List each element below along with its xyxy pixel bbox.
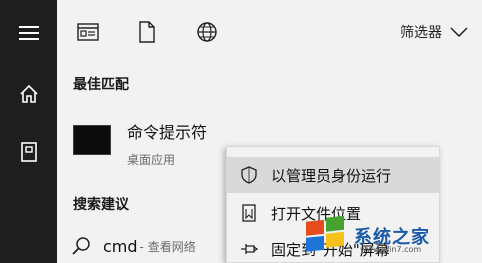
- suggestion-query: cmd: [103, 236, 138, 256]
- web-filter-button[interactable]: [193, 18, 221, 46]
- notebook-icon: [20, 142, 37, 162]
- filter-dropdown[interactable]: 筛选器: [400, 20, 468, 44]
- search-icon: [72, 237, 90, 255]
- left-rail: [0, 0, 57, 263]
- watermark: 系统之家 www.Win7.com: [304, 211, 480, 261]
- app-type: 桌面应用: [127, 153, 176, 167]
- document-icon: [139, 21, 155, 43]
- documents-button[interactable]: [0, 128, 57, 176]
- best-match-heading: 最佳匹配: [73, 77, 129, 93]
- apps-filter-button[interactable]: [74, 18, 102, 46]
- suggestion-text: - 查看网络: [139, 239, 196, 254]
- pin-icon: [241, 244, 259, 254]
- context-item-label: 以管理员身份运行: [271, 166, 392, 185]
- home-icon: [19, 84, 38, 103]
- chevron-down-icon: [450, 27, 468, 37]
- app-window-icon: [77, 23, 99, 41]
- hamburger-menu-button[interactable]: [0, 9, 57, 57]
- search-suggestion[interactable]: cmd - 查看网络: [71, 234, 196, 258]
- shield-icon: [241, 166, 257, 184]
- command-prompt-icon: [73, 125, 111, 155]
- context-item-run-as-admin[interactable]: 以管理员身份运行: [227, 157, 439, 193]
- globe-icon: [197, 22, 217, 42]
- app-name: 命令提示符: [127, 123, 208, 142]
- hamburger-icon: [18, 26, 39, 40]
- documents-filter-button[interactable]: [133, 18, 161, 46]
- search-suggestions-heading: 搜索建议: [73, 197, 129, 213]
- watermark-url: www.Win7.com: [360, 245, 422, 254]
- windows-logo-icon: [306, 216, 344, 252]
- filter-label: 筛选器: [400, 25, 442, 41]
- home-button[interactable]: [0, 70, 57, 118]
- file-location-icon: [242, 204, 256, 222]
